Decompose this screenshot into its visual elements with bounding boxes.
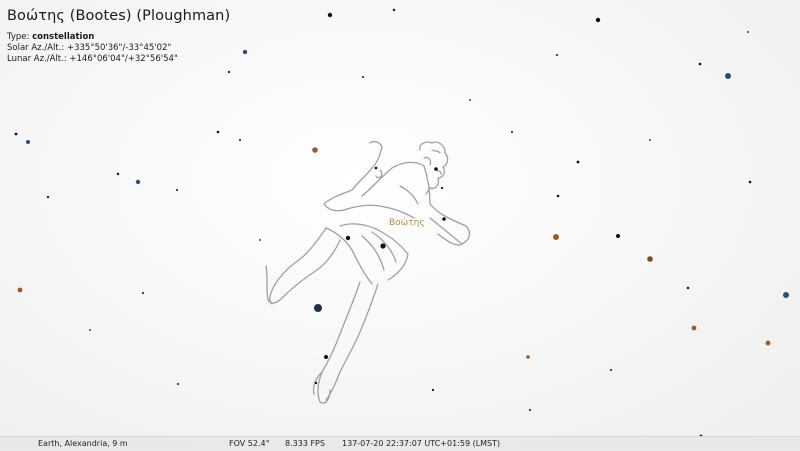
fps-readout: 8.333 FPS xyxy=(285,439,325,448)
bootes-artwork xyxy=(265,140,471,404)
location-readout[interactable]: Earth, Alexandria, 9 m xyxy=(38,439,128,448)
fov-readout: FOV 52.4° xyxy=(229,439,270,448)
object-title: Βοώτης (Bootes) (Ploughman) xyxy=(7,8,231,24)
datetime-readout[interactable]: 137-07-20 22:37:07 UTC+01:59 (LMST) xyxy=(342,439,500,448)
object-type-row: Type: constellation xyxy=(7,32,230,43)
type-value: constellation xyxy=(32,32,95,42)
lunar-value: +146°06'04"/+32°56'54" xyxy=(69,54,178,64)
star-field[interactable]: Βοώτης xyxy=(0,0,800,450)
constellation-name-label[interactable]: Βοώτης xyxy=(389,217,425,228)
solar-position-row: Solar Az./Alt.: +335°50'36"/-33°45'02" xyxy=(7,43,230,54)
solar-value: +335°50'36"/-33°45'02" xyxy=(66,43,172,53)
solar-label: Solar Az./Alt.: xyxy=(7,43,65,53)
object-info-panel: Βοώτης (Bootes) (Ploughman) Type: conste… xyxy=(7,8,230,65)
lunar-label: Lunar Az./Alt.: xyxy=(7,54,67,64)
sky-view[interactable]: Βοώτης xyxy=(0,0,800,450)
lunar-position-row: Lunar Az./Alt.: +146°06'04"/+32°56'54" xyxy=(7,54,230,65)
status-bar: Earth, Alexandria, 9 m FOV 52.4° 8.333 F… xyxy=(0,436,800,451)
type-label: Type: xyxy=(7,32,30,42)
